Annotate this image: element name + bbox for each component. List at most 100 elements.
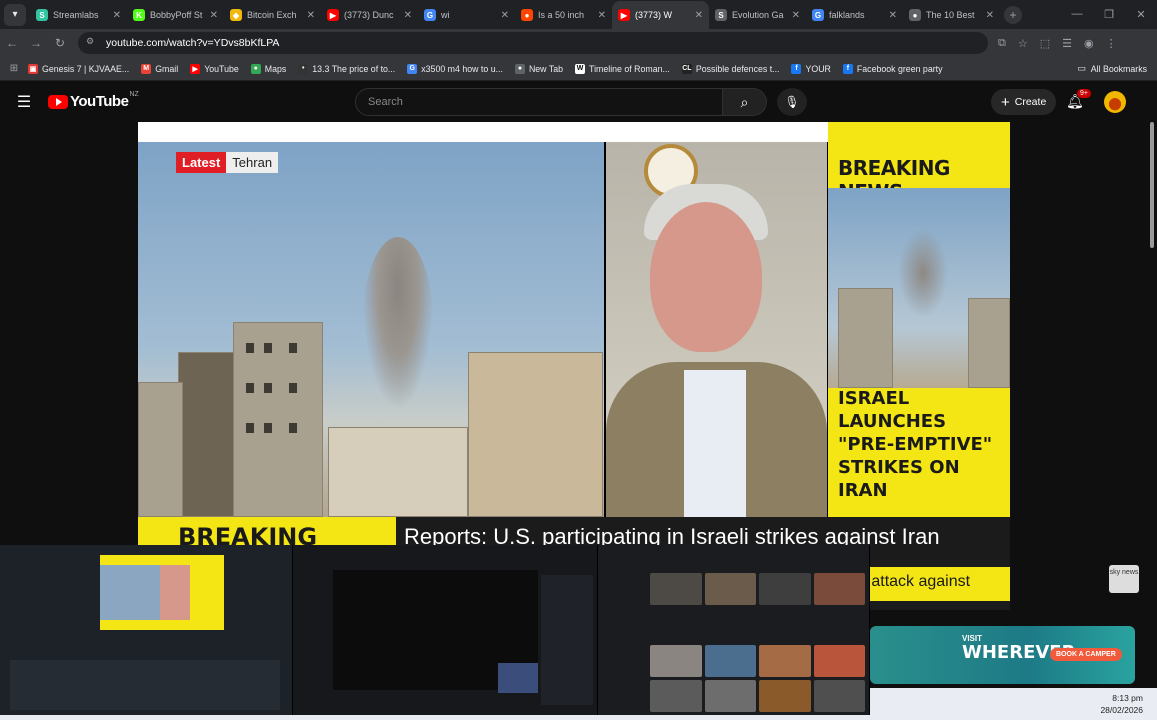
tab-close-icon[interactable]: ✕ [792, 10, 800, 21]
bookmark-favicon-icon: f [791, 63, 802, 74]
browser-menu-icon[interactable]: ⋮ [1106, 37, 1117, 50]
apps-grid-icon[interactable]: ⊞ [0, 63, 28, 74]
bookmark-label: 13.3 The price of to... [312, 63, 396, 74]
tab-favicon-icon: K [133, 9, 145, 21]
tab-favicon-icon: ◆ [230, 9, 242, 21]
preview-search-results[interactable] [598, 545, 870, 715]
tab-close-icon[interactable]: ✕ [113, 10, 121, 21]
bookmark-item[interactable]: ▶ YouTube [190, 63, 239, 74]
tab-favicon-icon: S [36, 9, 48, 21]
browser-tab[interactable]: ◆ Bitcoin Exch ✕ [224, 1, 321, 29]
latest-label-box: Latest Tehran [176, 152, 279, 173]
sky-news-logo-text: sky news [1109, 569, 1139, 576]
extensions-icon[interactable]: ⬚ [1040, 37, 1050, 50]
tab-favicon-icon: G [424, 9, 436, 21]
building [838, 288, 893, 388]
smoke-plume [898, 228, 948, 318]
tab-close-icon[interactable]: ✕ [598, 10, 606, 21]
bookmark-favicon-icon: ▶ [190, 63, 201, 74]
profile-icon[interactable]: ◉ [1084, 37, 1094, 50]
tab-close-icon[interactable]: ✕ [501, 10, 509, 21]
tab-strip: ▾ S Streamlabs ✕ K BobbyPoff St ✕ ◆ Bitcoin Exc… [0, 0, 1157, 29]
reporter-feed [606, 142, 827, 520]
avatar[interactable] [1104, 91, 1126, 113]
tab-favicon-icon: ● [909, 9, 921, 21]
video-player[interactable]: Latest Tehran BREAKING NEWS ISRAEL LAUNC… [138, 122, 1010, 610]
tab-title: falklands [829, 10, 865, 20]
bookmark-label: Genesis 7 | KJVAAE... [42, 63, 130, 74]
notification-badge: 9+ [1077, 89, 1091, 98]
create-button[interactable]: + Create [991, 89, 1057, 115]
tab-title: Evolution Ga [732, 10, 784, 20]
browser-tab[interactable]: K BobbyPoff St ✕ [127, 1, 224, 29]
browser-tab[interactable]: S Streamlabs ✕ [30, 1, 127, 29]
restore-icon[interactable]: ❐ [1093, 0, 1125, 28]
preview-stream[interactable] [293, 545, 598, 715]
youtube-logo[interactable]: YouTube NZ [48, 91, 139, 110]
bookmark-label: x3500 m4 how to u... [421, 63, 503, 74]
plus-icon: + [1001, 93, 1010, 111]
browser-tab[interactable]: Gfalklands ✕ [806, 1, 903, 29]
site-info-icon[interactable]: ⚙ [86, 36, 102, 50]
reload-icon[interactable]: ↻ [48, 36, 72, 50]
ad-cta-button[interactable]: BOOK A CAMPER [1050, 648, 1122, 661]
tab-close-icon[interactable]: ✕ [695, 10, 703, 21]
taskbar-previews [0, 545, 870, 715]
youtube-wordmark: YouTube [70, 93, 129, 110]
bookmark-item[interactable]: CL Possible defences t... [681, 63, 780, 74]
new-tab-button[interactable]: + [1004, 5, 1022, 24]
reading-list-icon[interactable]: ☰ [1062, 37, 1072, 50]
bookmark-item[interactable]: • 13.3 The price of to... [298, 63, 396, 74]
address-bar[interactable]: ⚙ youtube.com/watch?v=YDvs8bKfLPA [78, 32, 988, 54]
bookmarks-bar: ⊞ ▣ Genesis 7 | KJVAAE... M Gmail ▶ YouTube ● M… [0, 57, 1157, 81]
browser-tab[interactable]: ▶ (3773) Dunc ✕ [321, 1, 418, 29]
tab-title: (3773) W [635, 10, 673, 20]
tab-favicon-icon: S [715, 9, 727, 21]
forward-icon[interactable]: → [24, 36, 48, 50]
tab-close-icon[interactable]: ✕ [889, 10, 897, 21]
tab-title: Bitcoin Exch [247, 10, 297, 20]
browser-tab[interactable]: Gwi ✕ [418, 1, 515, 29]
bookmark-item[interactable]: W Timeline of Roman... [575, 63, 670, 74]
browser-tab[interactable]: S Evolution Ga ✕ [709, 1, 806, 29]
bookmark-item[interactable]: ● Maps [250, 63, 286, 74]
bookmark-label: Possible defences t... [695, 63, 780, 74]
bookmark-item[interactable]: Gx3500 m4 how to u... [407, 63, 503, 74]
country-code: NZ [129, 91, 139, 98]
bookmark-item[interactable]: ▣ Genesis 7 | KJVAAE... [28, 63, 130, 74]
building [178, 352, 238, 517]
browser-tab[interactable]: ● Is a 50 inch ✕ [515, 1, 612, 29]
bookmark-item[interactable]: M Gmail [141, 63, 178, 74]
search-input[interactable]: Search [355, 88, 723, 116]
install-app-icon[interactable]: ⧉ [998, 37, 1006, 50]
tab-search-button[interactable]: ▾ [4, 3, 26, 26]
side-headline: ISRAEL LAUNCHES "PRE-EMPTIVE" STRIKES ON… [838, 388, 993, 501]
bookmark-item[interactable]: ● New Tab [514, 63, 563, 74]
tab-close-icon[interactable]: ✕ [986, 10, 994, 21]
tab-close-icon[interactable]: ✕ [210, 10, 218, 21]
browser-tab[interactable]: ▶ (3773) W ✕ [612, 1, 709, 29]
minimize-icon[interactable]: — [1061, 0, 1093, 28]
back-icon[interactable]: ← [0, 36, 24, 50]
bookmark-favicon-icon: M [141, 63, 152, 74]
tab-title: BobbyPoff St [150, 10, 203, 20]
preview-streamlabs[interactable] [0, 545, 293, 715]
clock-date: 28/02/2026 [1100, 705, 1143, 715]
search-button[interactable]: ⌕ [723, 88, 767, 116]
menu-icon[interactable]: ☰ [0, 92, 48, 112]
bookmark-star-icon[interactable]: ☆ [1018, 37, 1028, 50]
building [328, 427, 468, 517]
scrollbar-thumb[interactable] [1150, 122, 1154, 248]
voice-search-button[interactable]: 🎙︎ [777, 88, 807, 116]
close-window-icon[interactable]: ✕ [1125, 0, 1157, 28]
all-bookmarks[interactable]: ▭ All Bookmarks [1077, 63, 1147, 74]
browser-tab[interactable]: ● The 10 Best ✕ [903, 1, 1000, 29]
bookmark-item[interactable]: f YOUR [791, 63, 831, 74]
tab-close-icon[interactable]: ✕ [307, 10, 315, 21]
smoke-plume [363, 237, 433, 407]
page-scrollbar[interactable] [1147, 122, 1157, 688]
taskbar-clock[interactable]: 8:13 pm 28/02/2026 [1100, 692, 1143, 716]
tab-close-icon[interactable]: ✕ [404, 10, 412, 21]
ad-banner[interactable]: VISIT WHEREVER BOOK A CAMPER [870, 626, 1135, 684]
bookmark-item[interactable]: f Facebook green party [842, 63, 942, 74]
